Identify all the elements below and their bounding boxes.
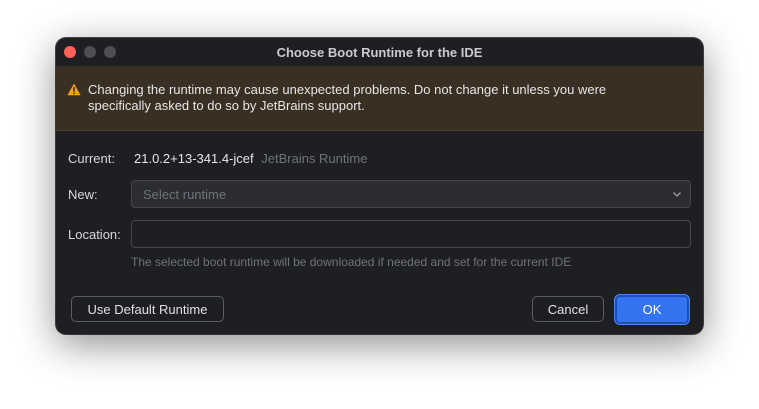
dialog-window: Choose Boot Runtime for the IDE Changing… — [56, 38, 703, 334]
use-default-runtime-button[interactable]: Use Default Runtime — [71, 296, 224, 322]
warning-text: Changing the runtime may cause unexpecte… — [88, 82, 607, 113]
window-title: Choose Boot Runtime for the IDE — [276, 44, 483, 60]
minimize-button[interactable] — [84, 46, 96, 58]
hint-text: The selected boot runtime will be downlo… — [131, 255, 572, 269]
location-field[interactable] — [131, 220, 691, 248]
warning-banner: Changing the runtime may cause unexpecte… — [56, 66, 703, 131]
current-runtime-name: JetBrains Runtime — [261, 151, 368, 166]
title-bar[interactable]: Choose Boot Runtime for the IDE — [56, 38, 703, 66]
maximize-button[interactable] — [104, 46, 116, 58]
runtime-select-value: Select runtime — [143, 187, 227, 202]
cancel-button[interactable]: Cancel — [532, 296, 604, 322]
current-runtime-value: 21.0.2+13-341.4-jcef JetBrains Runtime — [134, 151, 367, 166]
ok-button[interactable]: OK — [615, 295, 689, 324]
location-label: Location: — [68, 227, 121, 242]
current-label: Current: — [68, 151, 115, 166]
current-version: 21.0.2+13-341.4-jcef — [134, 151, 254, 166]
runtime-select[interactable]: Select runtime — [131, 180, 691, 208]
new-label: New: — [68, 187, 98, 202]
chevron-down-icon — [673, 192, 681, 197]
warning-icon — [67, 83, 81, 96]
close-button[interactable] — [64, 46, 76, 58]
